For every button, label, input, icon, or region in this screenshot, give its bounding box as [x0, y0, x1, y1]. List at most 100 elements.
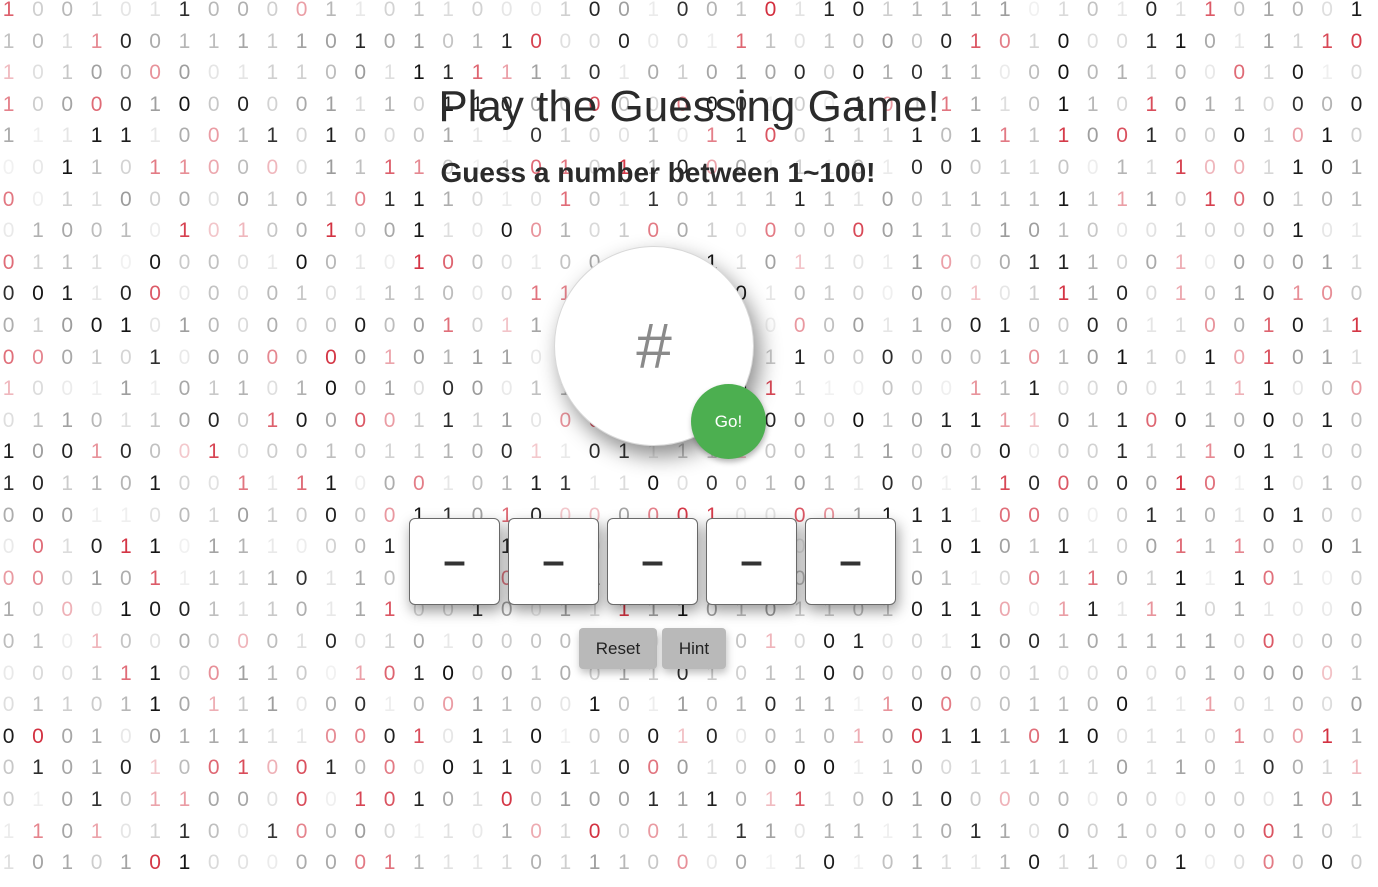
binary-digit: 1: [383, 345, 396, 369]
binary-digit: 1: [500, 345, 513, 369]
binary-digit: 0: [647, 219, 660, 243]
binary-digit: 1: [1262, 598, 1275, 622]
binary-digit: 0: [119, 819, 132, 843]
binary-digit: 0: [325, 693, 337, 717]
binary-digit: 1: [705, 29, 718, 53]
binary-digit: 0: [442, 282, 454, 306]
binary-digit: 0: [119, 472, 132, 495]
binary-digit: 0: [1204, 851, 1216, 875]
binary-digit: 1: [325, 0, 337, 21]
binary-digit: 0: [852, 661, 865, 685]
binary-digit: 1: [90, 630, 103, 653]
binary-digit: 0: [149, 282, 161, 306]
binary-digit: 1: [823, 282, 835, 306]
binary-digit: 0: [1262, 819, 1275, 843]
binary-digit: 1: [237, 756, 249, 780]
binary-digit: 1: [852, 693, 865, 717]
binary-digit: 0: [852, 219, 865, 243]
binary-digit: 0: [90, 851, 103, 875]
binary-digit: 1: [559, 788, 572, 811]
binary-digit: 0: [61, 630, 74, 653]
binary-digit: 1: [207, 693, 220, 717]
binary-digit: 0: [266, 282, 279, 306]
binary-digit: 0: [618, 724, 630, 748]
binary-digit: 0: [207, 219, 220, 243]
binary-digit: 1: [266, 472, 279, 495]
binary-digit: 0: [383, 788, 396, 811]
binary-digit: 0: [1321, 377, 1333, 401]
binary-digit: 1: [647, 693, 660, 717]
binary-digit: 1: [676, 724, 689, 748]
binary-digit: 0: [881, 724, 894, 748]
binary-digit: 0: [1262, 282, 1275, 306]
binary-digit: 0: [969, 440, 982, 464]
binary-digit: 1: [1350, 219, 1363, 243]
binary-digit: 1: [998, 724, 1011, 748]
binary-digit: 0: [852, 29, 865, 53]
binary-digit: 0: [940, 314, 953, 337]
binary-digit: 0: [676, 219, 689, 243]
binary-digit: 0: [881, 851, 894, 875]
binary-digit: 0: [793, 219, 806, 243]
binary-digit: 0: [1086, 472, 1099, 495]
binary-digit: 1: [764, 630, 777, 653]
binary-digit: 0: [1233, 693, 1246, 717]
binary-digit: 1: [1174, 724, 1187, 748]
binary-digit: 0: [588, 29, 601, 53]
binary-digit: 1: [354, 29, 367, 53]
hint-button[interactable]: Hint: [662, 628, 726, 669]
go-button[interactable]: Go!: [691, 384, 766, 459]
binary-digit: 0: [354, 503, 367, 527]
reset-button[interactable]: Reset: [579, 628, 657, 669]
binary-digit: 1: [823, 0, 835, 21]
binary-digit: 1: [119, 377, 132, 401]
binary-digit: 1: [1233, 598, 1246, 622]
binary-digit: 0: [2, 724, 15, 748]
binary-digit: 1: [1321, 724, 1333, 748]
binary-digit: 0: [940, 377, 953, 401]
binary-digit: 1: [1086, 756, 1099, 780]
binary-digit: 0: [295, 566, 308, 590]
binary-digit: 1: [647, 0, 660, 21]
binary-digit: 1: [354, 250, 367, 274]
binary-digit: 1: [1262, 472, 1275, 495]
binary-digit: 0: [911, 598, 923, 622]
binary-digit: 0: [61, 661, 74, 685]
binary-digit: 1: [969, 819, 982, 843]
binary-digit: 1: [764, 377, 777, 401]
binary-digit: 1: [295, 472, 308, 495]
binary-digit: 0: [852, 250, 865, 274]
binary-digit: 0: [2, 503, 15, 527]
binary-digit: 1: [823, 788, 835, 811]
binary-digit: 1: [793, 377, 806, 401]
binary-digit: 0: [618, 756, 630, 780]
binary-digit: 1: [823, 819, 835, 843]
binary-digit: 0: [237, 819, 249, 843]
binary-digit: 0: [793, 630, 806, 653]
binary-digit: 0: [2, 282, 15, 306]
binary-digit: 0: [61, 219, 74, 243]
binary-digit: 1: [764, 661, 777, 685]
binary-digit: 1: [911, 250, 923, 274]
binary-digit: 0: [559, 630, 572, 653]
binary-digit: 1: [1086, 250, 1099, 274]
binary-digit: 1: [793, 693, 806, 717]
binary-digit: 1: [969, 535, 982, 559]
binary-digit: 1: [559, 851, 572, 875]
binary-digit: 1: [852, 819, 865, 843]
binary-digit: 0: [412, 345, 425, 369]
binary-digit: 1: [1204, 345, 1216, 369]
binary-digit: 0: [911, 630, 923, 653]
binary-digit: 1: [1204, 661, 1216, 685]
binary-digit: 1: [1204, 408, 1216, 432]
binary-digit: 0: [32, 29, 44, 53]
binary-digit: 1: [911, 819, 923, 843]
binary-digit: 1: [442, 219, 454, 243]
binary-digit: 0: [295, 219, 308, 243]
binary-digit: 1: [1350, 724, 1363, 748]
binary-digit: 0: [61, 598, 74, 622]
binary-digit: 0: [1116, 535, 1128, 559]
binary-digit: 0: [383, 219, 396, 243]
binary-digit: 1: [764, 345, 777, 369]
binary-digit: 0: [1174, 345, 1187, 369]
